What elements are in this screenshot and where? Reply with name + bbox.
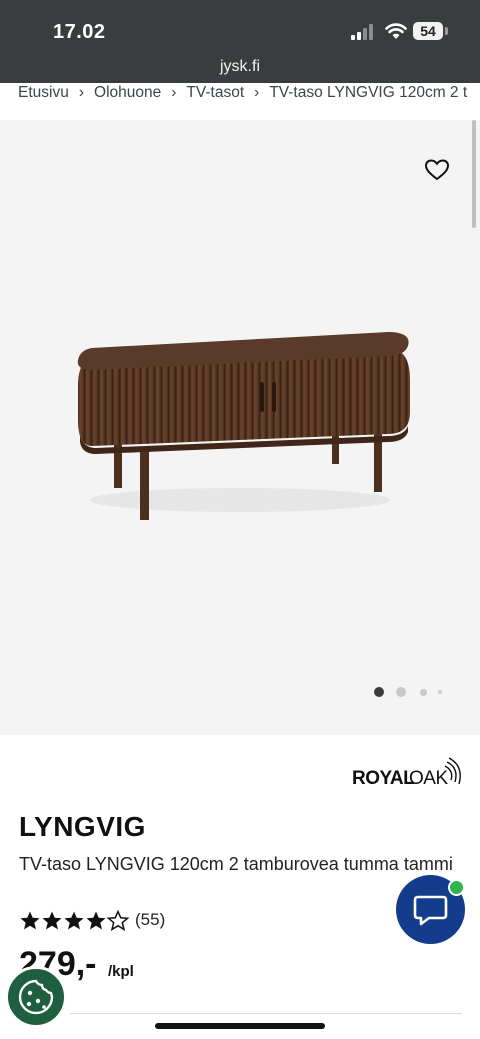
review-count[interactable]: (55)	[135, 910, 165, 930]
svg-text:OAK: OAK	[409, 768, 448, 789]
wifi-icon	[385, 23, 407, 39]
product-description: TV-taso LYNGVIG 120cm 2 tamburovea tumma…	[19, 854, 453, 874]
product-name: LYNGVIG	[19, 811, 146, 842]
product-image	[77, 332, 410, 520]
breadcrumb-item[interactable]: Olohuone	[94, 84, 161, 102]
chevron-right-icon: ›	[78, 84, 85, 101]
status-time: 17.02	[53, 21, 106, 43]
battery-indicator: 54	[413, 22, 443, 40]
brand-logo: ROYAL OAK	[352, 757, 461, 789]
gallery-dot[interactable]	[396, 687, 406, 697]
online-status-dot	[448, 879, 465, 896]
scrollbar[interactable]	[472, 120, 476, 228]
breadcrumb-item[interactable]: TV-tasot	[186, 84, 244, 102]
svg-text:ROYAL: ROYAL	[352, 768, 415, 789]
gallery-dot[interactable]	[420, 689, 427, 696]
home-indicator[interactable]	[155, 1023, 325, 1029]
price-unit: /kpl	[108, 963, 134, 980]
battery-tip	[445, 27, 448, 35]
heart-icon[interactable]	[424, 158, 450, 182]
product-gallery[interactable]	[0, 120, 480, 735]
gallery-dot-active[interactable]	[374, 687, 384, 697]
gallery-dot[interactable]	[438, 690, 442, 694]
address-bar-url[interactable]: jysk.fi	[0, 58, 480, 76]
divider	[70, 1013, 462, 1014]
cookie-icon	[18, 979, 54, 1015]
cookie-settings-button[interactable]	[5, 966, 67, 1028]
breadcrumb-item[interactable]: TV-taso LYNGVIG 120cm 2 t	[269, 84, 467, 102]
status-bar: 17.02 54 jysk.fi	[0, 0, 480, 83]
chevron-right-icon: ›	[254, 84, 260, 101]
rating-stars[interactable]	[19, 910, 131, 932]
chevron-right-icon: ›	[171, 84, 177, 101]
cellular-signal-icon	[351, 24, 373, 40]
breadcrumb: Etusivu › Olohuone › TV-tasot › TV-taso LYNGVI…	[0, 83, 480, 120]
breadcrumb-item[interactable]: Etusivu	[18, 84, 69, 102]
